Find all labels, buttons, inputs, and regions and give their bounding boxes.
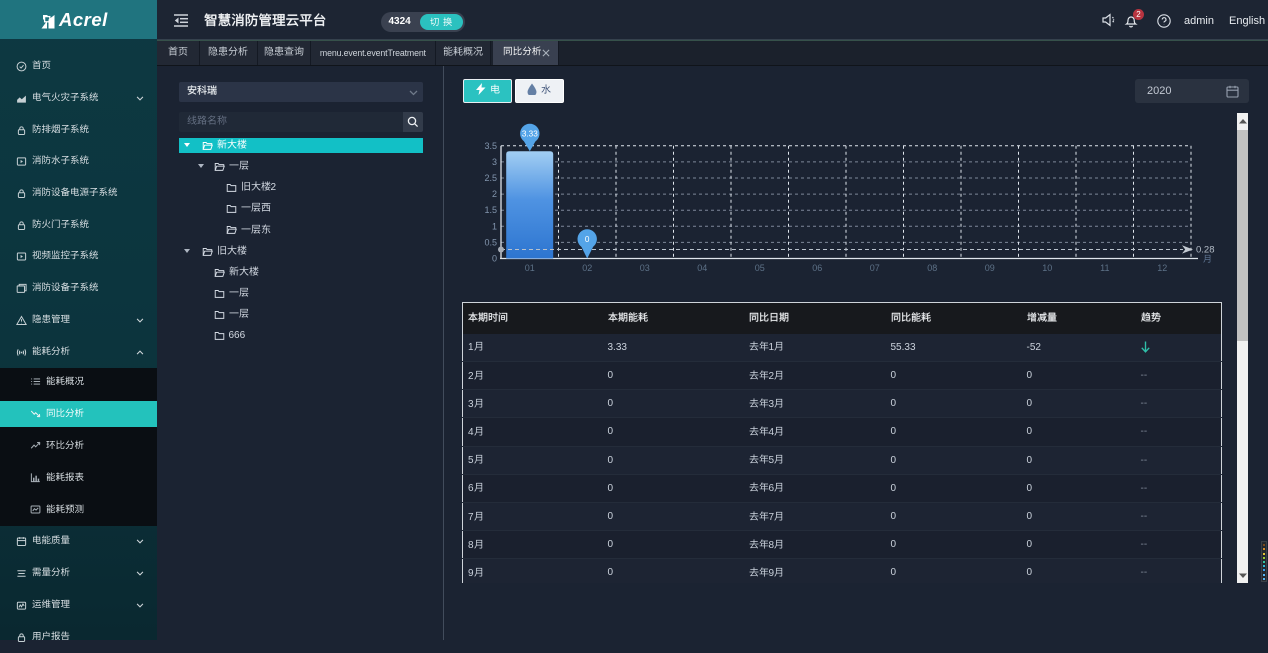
svg-text:04: 04 [697, 263, 707, 273]
svg-text:1: 1 [492, 221, 497, 231]
svg-text:09: 09 [985, 263, 995, 273]
svg-text:11: 11 [1100, 263, 1109, 273]
svg-text:12: 12 [1157, 263, 1167, 273]
svg-text:3.33: 3.33 [522, 130, 538, 139]
svg-text:3.5: 3.5 [484, 141, 497, 151]
svg-text:03: 03 [640, 263, 650, 273]
svg-text:07: 07 [870, 263, 880, 273]
svg-text:05: 05 [755, 263, 765, 273]
svg-text:08: 08 [927, 263, 937, 273]
svg-text:0.5: 0.5 [484, 237, 497, 247]
svg-text:10: 10 [1042, 263, 1052, 273]
svg-text:02: 02 [582, 263, 592, 273]
svg-text:01: 01 [525, 263, 535, 273]
svg-text:1.5: 1.5 [484, 205, 497, 215]
svg-text:2.5: 2.5 [484, 173, 497, 183]
svg-text:0: 0 [585, 235, 590, 244]
svg-text:2: 2 [492, 189, 497, 199]
svg-text:06: 06 [812, 263, 822, 273]
svg-text:0: 0 [492, 254, 497, 264]
svg-text:3: 3 [492, 157, 497, 167]
